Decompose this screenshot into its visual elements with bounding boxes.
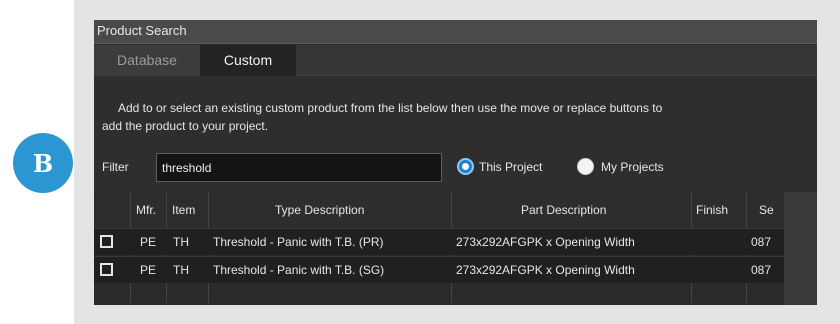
column-header-finish[interactable]: Finish — [696, 203, 728, 217]
table-row[interactable]: PE TH Threshold - Panic with T.B. (PR) 2… — [94, 228, 784, 255]
cell-se: 087 — [751, 235, 772, 249]
page: B Product Search Database Custom Add to … — [0, 0, 840, 324]
step-badge: B — [13, 133, 73, 193]
radio-my-projects[interactable] — [577, 158, 594, 175]
cell-se: 087 — [751, 263, 772, 277]
tab-database[interactable]: Database — [94, 45, 200, 76]
radio-this-project-label[interactable]: This Project — [479, 160, 542, 174]
table-scrollbar[interactable] — [784, 192, 817, 305]
column-header-mfr[interactable]: Mfr. — [136, 203, 156, 217]
row-checkbox[interactable] — [100, 263, 113, 276]
column-header-type-description[interactable]: Type Description — [275, 203, 364, 217]
cell-item: TH — [173, 235, 189, 249]
window-title: Product Search — [94, 20, 817, 44]
instructions-text: Add to or select an existing custom prod… — [102, 99, 802, 135]
cell-mfr: PE — [140, 235, 157, 249]
column-header-item[interactable]: Item — [172, 203, 195, 217]
radio-my-projects-label[interactable]: My Projects — [601, 160, 664, 174]
tab-bar: Database Custom — [94, 45, 817, 76]
radio-this-project[interactable] — [457, 158, 474, 175]
cell-item: TH — [173, 263, 189, 277]
tab-custom[interactable]: Custom — [200, 45, 296, 76]
instructions-line-2: add the product to your project. — [102, 119, 269, 133]
column-header-se[interactable]: Se — [759, 203, 774, 217]
cell-mfr: PE — [140, 263, 157, 277]
results-table: Mfr. Item Type Description Part Descript… — [94, 192, 784, 305]
cell-part-description: 273x292AFGPK x Opening Width — [456, 263, 635, 277]
column-header-part-description[interactable]: Part Description — [521, 203, 606, 217]
table-row[interactable]: PE TH Threshold - Panic with T.B. (SG) 2… — [94, 256, 784, 283]
product-search-window: Product Search Database Custom Add to or… — [94, 20, 817, 305]
cell-part-description: 273x292AFGPK x Opening Width — [456, 235, 635, 249]
instructions-line-1: Add to or select an existing custom prod… — [118, 101, 663, 115]
cell-type-description: Threshold - Panic with T.B. (SG) — [213, 263, 385, 277]
cell-type-description: Threshold - Panic with T.B. (PR) — [213, 235, 384, 249]
filter-label: Filter — [102, 160, 129, 174]
filter-input[interactable] — [156, 153, 442, 182]
table-header: Mfr. Item Type Description Part Descript… — [94, 192, 784, 227]
row-checkbox[interactable] — [100, 235, 113, 248]
